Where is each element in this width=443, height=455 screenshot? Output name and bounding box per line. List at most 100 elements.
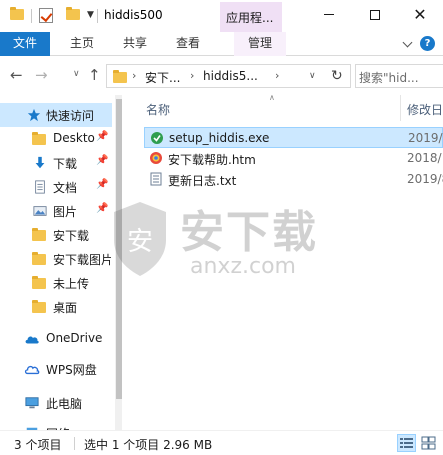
sidebar-item-downloads[interactable]: 下载 📌 (0, 151, 112, 175)
column-header-modified[interactable]: 修改日 (407, 101, 443, 118)
help-icon[interactable]: ? (420, 36, 435, 51)
details-view-button[interactable] (397, 434, 416, 452)
expand-ribbon-icon[interactable] (402, 37, 413, 48)
folder-icon (10, 7, 24, 20)
separator (31, 9, 32, 23)
sidebar-item-label: 安下载 (53, 229, 90, 243)
address-bar[interactable]: › 安下... › hiddis5... › ∨ ↻ (106, 64, 351, 88)
separator (97, 9, 98, 23)
sidebar-item-label: 此电脑 (46, 397, 83, 411)
setup-exe-icon (151, 132, 163, 144)
ribbon-tabs: 文件 主页 共享 查看 管理 ? (0, 32, 443, 56)
watermark-logo: 安 安下载 anxz.com (110, 196, 330, 286)
file-row[interactable]: 更新日志.txt 2019/8 (144, 169, 443, 190)
folder-icon (32, 228, 48, 244)
sort-ascending-icon: ∧ (269, 93, 275, 102)
title-bar: ▼ hiddis500 应用程... ✕ (0, 0, 443, 32)
close-button[interactable]: ✕ (397, 0, 443, 32)
column-header-name[interactable]: 名称 (146, 101, 170, 118)
sidebar-item-label: 桌面 (53, 301, 78, 315)
item-count: 3 个项目 (14, 438, 62, 452)
maximize-icon (370, 9, 380, 20)
sidebar-item-this-pc[interactable]: 此电脑 (0, 391, 112, 415)
context-tab-group: 应用程... (220, 2, 282, 32)
tab-home[interactable]: 主页 (70, 32, 94, 56)
status-bar: 3 个项目 选中 1 个项目 2.96 MB (0, 430, 443, 455)
selection-info: 选中 1 个项目 2.96 MB (84, 438, 213, 452)
search-placeholder: 搜索"hid... (359, 71, 419, 85)
watermark-domain: anxz.com (190, 254, 296, 279)
folder-icon (32, 132, 48, 148)
pin-icon[interactable]: 📌 (96, 131, 108, 142)
close-icon: ✕ (413, 5, 427, 24)
file-row[interactable]: 安下载帮助.htm 2018/ (144, 148, 443, 169)
sidebar-item-folder[interactable]: 桌面 (0, 295, 112, 319)
address-dropdown-icon[interactable]: ∨ (309, 71, 316, 81)
document-icon (35, 180, 45, 194)
htm-file-icon (150, 152, 162, 164)
sidebar-item-pictures[interactable]: 图片 📌 (0, 199, 112, 223)
sidebar-item-label: 快速访问 (46, 109, 95, 123)
file-date: 2018/ (407, 151, 442, 165)
sidebar-item-onedrive[interactable]: OneDrive (0, 327, 112, 351)
details-view-icon (400, 438, 413, 448)
large-icons-view-icon (421, 436, 436, 450)
text-file-icon (150, 172, 162, 186)
forward-arrow-icon[interactable]: → (35, 66, 48, 84)
properties-checkmark-icon[interactable] (39, 8, 53, 23)
large-icons-view-button[interactable] (419, 434, 438, 452)
tab-share[interactable]: 共享 (123, 32, 147, 56)
search-input[interactable]: 搜索"hid... (355, 64, 443, 88)
sidebar-item-label: 安下载图片 (53, 253, 111, 267)
breadcrumb-separator-icon[interactable]: › (132, 69, 136, 82)
sidebar-item-folder[interactable]: 未上传 (0, 271, 112, 295)
breadcrumb-separator-icon[interactable]: › (275, 69, 279, 82)
file-date: 2019/8 (407, 172, 443, 186)
download-arrow-icon (35, 156, 45, 169)
sidebar-item-quick-access[interactable]: 快速访问 (0, 103, 112, 127)
file-name: 更新日志.txt (168, 174, 237, 188)
sidebar-item-folder[interactable]: 安下载图片 (0, 247, 112, 271)
context-tab-group-label: 应用程... (226, 11, 274, 25)
watermark-brand: 安下载 (180, 207, 318, 258)
navigation-pane: 快速访问 Desktop 📌 下载 📌 文档 📌 图片 📌 安下载 安下载图片 … (0, 95, 122, 430)
sidebar-item-label: Desktop (53, 131, 95, 145)
cloud-icon (25, 336, 39, 344)
folder-icon (113, 70, 127, 83)
recent-locations-chevron-icon[interactable]: ∨ (73, 69, 80, 79)
file-name: setup_hiddis.exe (169, 131, 270, 145)
pin-icon[interactable]: 📌 (96, 155, 108, 166)
folder-icon (32, 300, 48, 316)
tab-file[interactable]: 文件 (0, 32, 50, 56)
up-arrow-icon[interactable]: ↑ (88, 66, 101, 84)
sidebar-item-desktop[interactable]: Desktop 📌 (0, 127, 112, 151)
tab-view[interactable]: 查看 (176, 32, 200, 56)
quick-access-dropdown-icon[interactable]: ▼ (87, 10, 94, 20)
sidebar-item-label: WPS网盘 (46, 363, 97, 377)
breadcrumb-item[interactable]: hiddis5... (203, 69, 258, 83)
sidebar-item-network[interactable]: 网络 (0, 421, 112, 430)
breadcrumb-item[interactable]: 安下... (145, 69, 180, 86)
minimize-button[interactable] (306, 0, 352, 32)
minimize-icon (324, 14, 334, 15)
column-divider[interactable] (400, 95, 401, 121)
sidebar-item-label: OneDrive (46, 331, 103, 345)
maximize-button[interactable] (352, 0, 398, 32)
sidebar-item-wps-cloud[interactable]: WPS网盘 (0, 357, 112, 381)
pin-icon[interactable]: 📌 (96, 203, 108, 214)
folder-icon (32, 252, 48, 268)
pin-icon[interactable]: 📌 (96, 179, 108, 190)
file-date: 2019/ (408, 131, 443, 145)
file-row[interactable]: setup_hiddis.exe 2019/ (144, 127, 443, 148)
shield-logo-icon: 安 (114, 202, 166, 276)
new-folder-icon[interactable] (66, 7, 80, 20)
tab-manage[interactable]: 管理 (234, 32, 287, 56)
sidebar-item-folder[interactable]: 安下载 (0, 223, 112, 247)
quick-access-star-icon (27, 108, 41, 122)
sidebar-item-documents[interactable]: 文档 📌 (0, 175, 112, 199)
breadcrumb-separator-icon[interactable]: › (190, 69, 194, 82)
back-arrow-icon[interactable]: ← (10, 66, 23, 84)
window-title: hiddis500 (104, 8, 163, 22)
refresh-icon[interactable]: ↻ (331, 68, 343, 84)
folder-icon (32, 276, 48, 292)
